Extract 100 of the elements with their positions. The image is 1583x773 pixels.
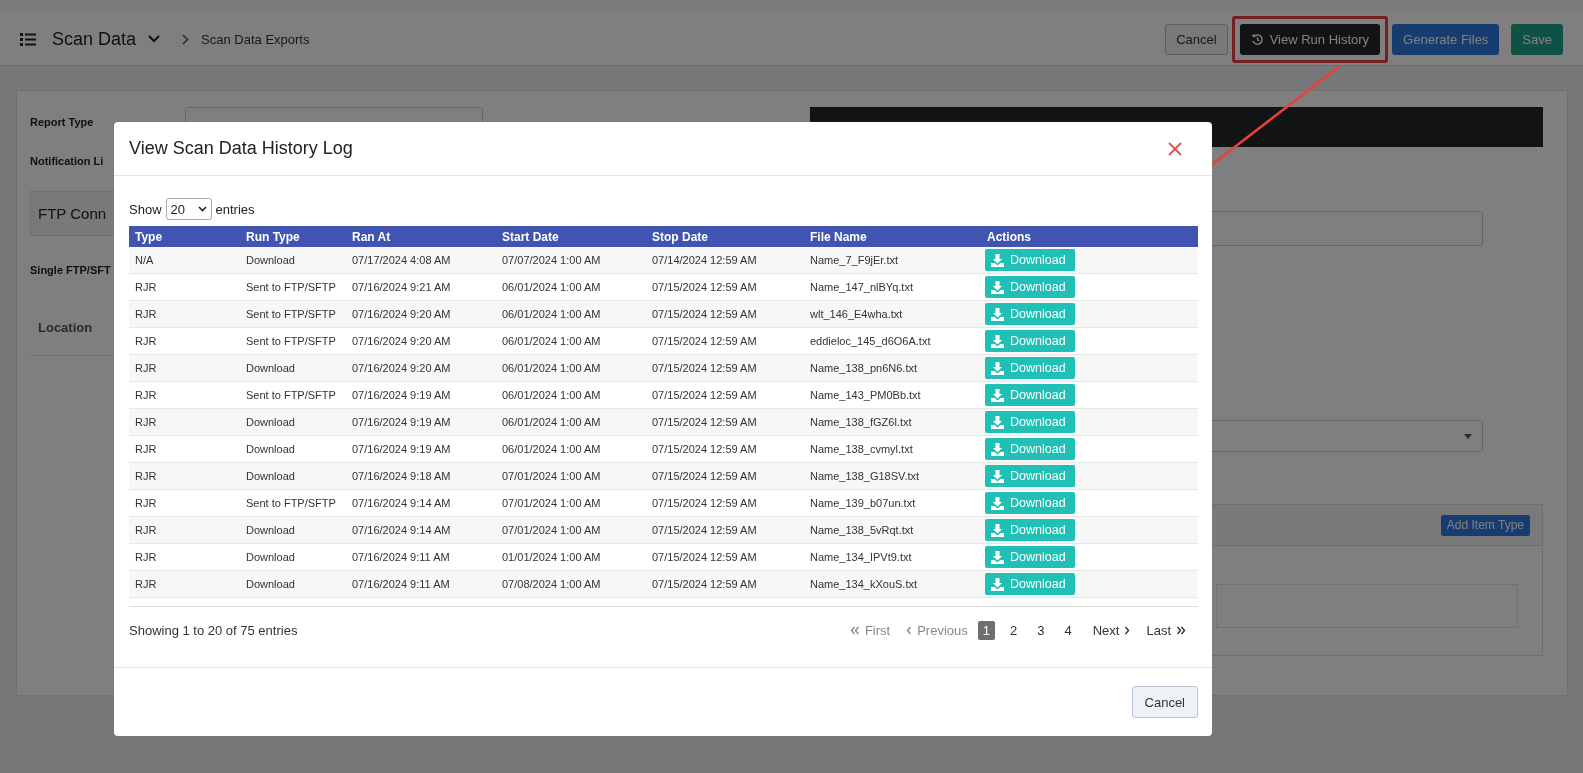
table-cell-text: Name_7_F9jEr.txt [809, 254, 900, 266]
breadcrumb-item[interactable]: Scan Data Exports [201, 31, 310, 47]
table-cell-text: 06/01/2024 1:00 AM [501, 416, 602, 428]
download-button[interactable]: Download [985, 492, 1075, 514]
column-header: Location [38, 320, 93, 335]
table-cell-text: 07/15/2024 12:59 AM [651, 578, 758, 590]
table-cell-text: 07/15/2024 12:59 AM [651, 470, 758, 482]
table-cell-text: 07/15/2024 12:59 AM [651, 551, 758, 563]
download-button[interactable]: Download [985, 303, 1075, 325]
cancel-button[interactable]: Cancel [1131, 686, 1198, 718]
table-cell-text: Sent to FTP/SFTP [245, 308, 337, 320]
download-icon [991, 307, 1004, 321]
table-cell-text: 07/15/2024 12:59 AM [651, 362, 758, 374]
caret-icon [1464, 433, 1472, 439]
download-button[interactable]: Download [985, 465, 1075, 487]
table-cell-text: Download [245, 362, 296, 374]
dialog-title: View Scan Data History Log [129, 138, 353, 159]
table-cell-text: Name_147_nlBYq.txt [809, 281, 914, 293]
table-cell-text: 07/16/2024 9:19 AM [351, 443, 452, 455]
table-cell-text: 07/15/2024 12:59 AM [651, 308, 758, 320]
download-button[interactable]: Download [985, 411, 1075, 433]
download-icon [991, 496, 1004, 510]
download-button[interactable]: Download [985, 330, 1075, 352]
table-cell-text: 06/01/2024 1:00 AM [501, 443, 602, 455]
download-button[interactable]: Download [985, 519, 1075, 541]
download-icon [991, 253, 1004, 267]
next-page-link[interactable]: Next [1092, 623, 1131, 638]
column-header: File Name [809, 229, 868, 244]
table-cell-text: 06/01/2024 1:00 AM [501, 335, 602, 347]
table-cell-text: 07/01/2024 1:00 AM [501, 524, 602, 536]
table-cell-text: Download [245, 416, 296, 428]
download-button[interactable]: Download [985, 438, 1075, 460]
last-page-link[interactable]: Last [1146, 623, 1186, 638]
download-button[interactable]: Download [985, 276, 1075, 298]
table-cell-text: RJR [134, 443, 158, 455]
chevron-down-icon[interactable] [148, 35, 161, 43]
history-button[interactable]: View Run History [1239, 23, 1381, 55]
page-link[interactable]: 3 [1032, 621, 1050, 640]
download-icon [991, 523, 1004, 537]
table-cell-text: RJR [134, 524, 158, 536]
table-cell-text: 07/15/2024 12:59 AM [651, 416, 758, 428]
chevron-right-icon [182, 33, 190, 45]
table-cell-text: 07/16/2024 9:21 AM [351, 281, 452, 293]
close-icon[interactable] [1168, 141, 1182, 156]
table-cell-text: Name_138_cvmyl.txt [809, 443, 914, 455]
history-icon [1250, 32, 1264, 46]
table-cell-text: Name_138_pn6N6.txt [809, 362, 918, 374]
table-cell-text: RJR [134, 551, 158, 563]
page-link[interactable]: 1 [977, 621, 995, 640]
cancel-button[interactable]: Cancel [1165, 23, 1228, 55]
chevron-down-icon [197, 206, 207, 212]
table-cell-text: 06/01/2024 1:00 AM [501, 281, 602, 293]
download-icon [991, 415, 1004, 429]
page-link[interactable]: 2 [1005, 621, 1023, 640]
table-cell-text: Sent to FTP/SFTP [245, 335, 337, 347]
download-icon [991, 442, 1004, 456]
table-cell-text: Name_138_G18SV.txt [809, 470, 921, 482]
add-item-type-button[interactable]: Add Item Type [1440, 514, 1530, 536]
table-cell-text: Download [245, 443, 296, 455]
save-button[interactable]: Save [1511, 23, 1563, 55]
menu-icon[interactable] [20, 32, 36, 46]
column-header: Stop Date [651, 229, 709, 244]
download-icon [991, 334, 1004, 348]
download-button[interactable]: Download [985, 546, 1075, 568]
table-cell-text: 07/15/2024 12:59 AM [651, 443, 758, 455]
table-cell-text: Name_143_PM0Bb.txt [809, 389, 922, 401]
page-title: Scan Data [52, 28, 137, 50]
table-cell-text: 07/16/2024 9:11 AM [351, 551, 451, 563]
download-button[interactable]: Download [985, 357, 1075, 379]
table-cell-text: Download [245, 524, 296, 536]
table-cell-text: Name_138_5vRqt.txt [809, 524, 915, 536]
table-cell-text: 06/01/2024 1:00 AM [501, 389, 602, 401]
page-link[interactable]: 4 [1059, 621, 1077, 640]
table-cell-text: Download [245, 551, 296, 563]
table-cell-text: Download [245, 578, 296, 590]
table-cell-text: 06/01/2024 1:00 AM [501, 308, 602, 320]
page-size-select[interactable]: 20 [165, 198, 212, 220]
table-cell-text: 07/16/2024 9:20 AM [351, 335, 452, 347]
table-cell-text: 07/15/2024 12:59 AM [651, 389, 758, 401]
table-cell-text: 07/15/2024 12:59 AM [651, 497, 758, 509]
table-cell-text: 06/01/2024 1:00 AM [501, 362, 602, 374]
table-cell-text: 07/15/2024 12:59 AM [651, 281, 758, 293]
table-cell-text: wlt_146_E4wha.txt [809, 308, 904, 320]
download-button[interactable]: Download [985, 249, 1075, 271]
column-header: Start Date [501, 229, 560, 244]
generate-button[interactable]: Generate Files [1392, 23, 1500, 55]
table-cell-text: RJR [134, 389, 158, 401]
download-button[interactable]: Download [985, 573, 1075, 595]
table-cell-text: 07/17/2024 4:08 AM [351, 254, 452, 266]
column-header: Ran At [351, 229, 392, 244]
table-cell-text: Sent to FTP/SFTP [245, 281, 337, 293]
table-cell-text: 07/08/2024 1:00 AM [501, 578, 602, 590]
table-cell-text: N/A [134, 254, 155, 266]
table-cell-text: eddieloc_145_d6O6A.txt [809, 335, 932, 347]
table-cell-text: 07/16/2024 9:14 AM [351, 497, 452, 509]
download-icon [991, 388, 1004, 402]
table-cell-text: 07/16/2024 9:11 AM [351, 578, 451, 590]
double-chevron-left-icon [849, 626, 860, 635]
table-cell-text: 07/07/2024 1:00 AM [501, 254, 602, 266]
download-button[interactable]: Download [985, 384, 1075, 406]
